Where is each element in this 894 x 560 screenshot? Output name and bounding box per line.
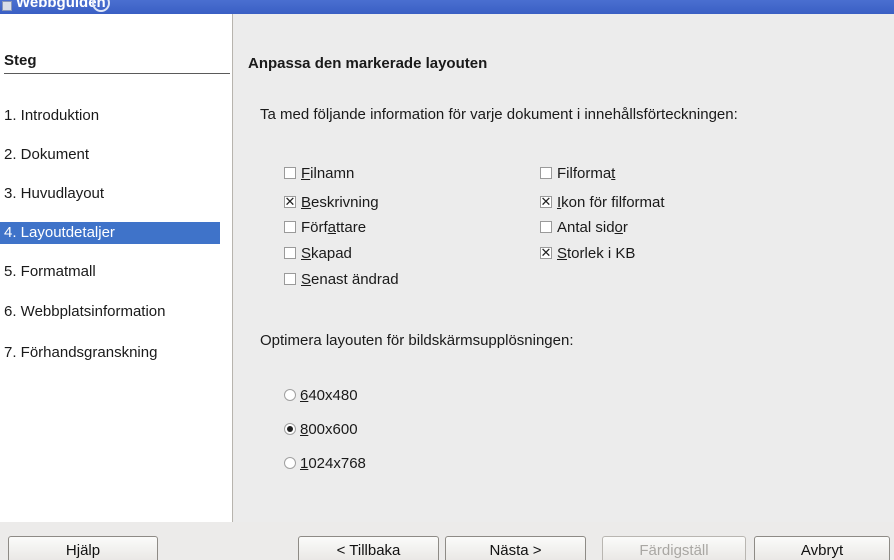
steps-divider [4, 73, 230, 74]
checkbox-box [284, 273, 296, 285]
include-info-label: Ta med följande information för varje do… [260, 106, 738, 123]
app-icon [2, 1, 12, 11]
checkbox-label: Författare [301, 218, 367, 236]
radio-circle [284, 423, 296, 435]
radio-label: 1024x768 [300, 454, 366, 472]
step-layoutdetaljer[interactable]: 4. Layoutdetaljer [0, 222, 220, 244]
title-bar: Webbguiden [0, 0, 894, 14]
checkbox-box [284, 247, 296, 259]
resolution-label: Optimera layouten för bildskärmsupplösni… [260, 332, 574, 349]
checkbox-box [284, 167, 296, 179]
step-introduktion[interactable]: 1. Introduktion [0, 105, 220, 127]
radio-label: 800x600 [300, 420, 358, 438]
radio-label: 640x480 [300, 386, 358, 404]
finish-button[interactable]: Färdigställ [602, 536, 746, 560]
checkbox-filformat[interactable]: Filformat [540, 163, 615, 183]
next-button[interactable]: Nästa > [445, 536, 586, 560]
checkbox-box: ✕ [540, 194, 552, 209]
checkbox-box: ✕ [540, 245, 552, 260]
checkbox-skapad[interactable]: Skapad [284, 243, 352, 263]
step-huvudlayout[interactable]: 3. Huvudlayout [0, 183, 220, 205]
back-button[interactable]: < Tillbaka [298, 536, 439, 560]
steps-sidebar: Steg 1. Introduktion 2. Dokument 3. Huvu… [0, 14, 233, 522]
check-mark-icon: ✕ [540, 194, 552, 209]
help-button[interactable]: Hjälp [8, 536, 158, 560]
step-webbplatsinformation[interactable]: 6. Webbplatsinformation [0, 301, 220, 323]
checkbox-forfattare[interactable]: Författare [284, 217, 366, 237]
page-title: Anpassa den markerade layouten [248, 55, 488, 72]
checkbox-senast-andrad[interactable]: Senast ändrad [284, 269, 399, 289]
checkbox-label: Skapad [301, 244, 352, 262]
check-mark-icon: ✕ [540, 245, 552, 260]
checkbox-beskrivning[interactable]: ✕ Beskrivning [284, 192, 379, 212]
checkbox-label: Filnamn [301, 164, 355, 182]
steps-title: Steg [4, 52, 37, 69]
checkbox-box: ✕ [284, 194, 296, 209]
step-forhandsgranskning[interactable]: 7. Förhandsgranskning [0, 342, 220, 364]
swirl-icon [92, 0, 110, 12]
radio-circle [284, 389, 296, 401]
checkbox-antal-sidor[interactable]: Antal sidor [540, 217, 628, 237]
checkbox-storlek-i-kb[interactable]: ✕ Storlek i KB [540, 243, 635, 263]
checkbox-filnamn[interactable]: Filnamn [284, 163, 354, 183]
step-formatmall[interactable]: 5. Formatmall [0, 261, 220, 283]
radio-selected-dot [287, 426, 293, 432]
checkbox-ikon-for-filformat[interactable]: ✕ Ikon för filformat [540, 192, 665, 212]
checkbox-box [284, 221, 296, 233]
checkbox-label: Antal sidor [557, 218, 628, 236]
radio-800x600[interactable]: 800x600 [284, 419, 358, 439]
checkbox-label: Senast ändrad [301, 270, 399, 288]
checkbox-box [540, 167, 552, 179]
radio-640x480[interactable]: 640x480 [284, 385, 358, 405]
checkbox-label: Filformat [557, 164, 616, 182]
layout-details-panel: Anpassa den markerade layouten Ta med fö… [234, 14, 894, 522]
radio-circle [284, 457, 296, 469]
check-mark-icon: ✕ [284, 194, 296, 209]
checkbox-label: Beskrivning [301, 193, 379, 211]
checkbox-label: Storlek i KB [557, 244, 636, 262]
radio-1024x768[interactable]: 1024x768 [284, 453, 366, 473]
checkbox-box [540, 221, 552, 233]
button-bar: Hjälp < Tillbaka Nästa > Färdigställ Avb… [0, 522, 894, 560]
cancel-button[interactable]: Avbryt [754, 536, 890, 560]
checkbox-label: Ikon för filformat [557, 193, 665, 211]
step-dokument[interactable]: 2. Dokument [0, 144, 220, 166]
